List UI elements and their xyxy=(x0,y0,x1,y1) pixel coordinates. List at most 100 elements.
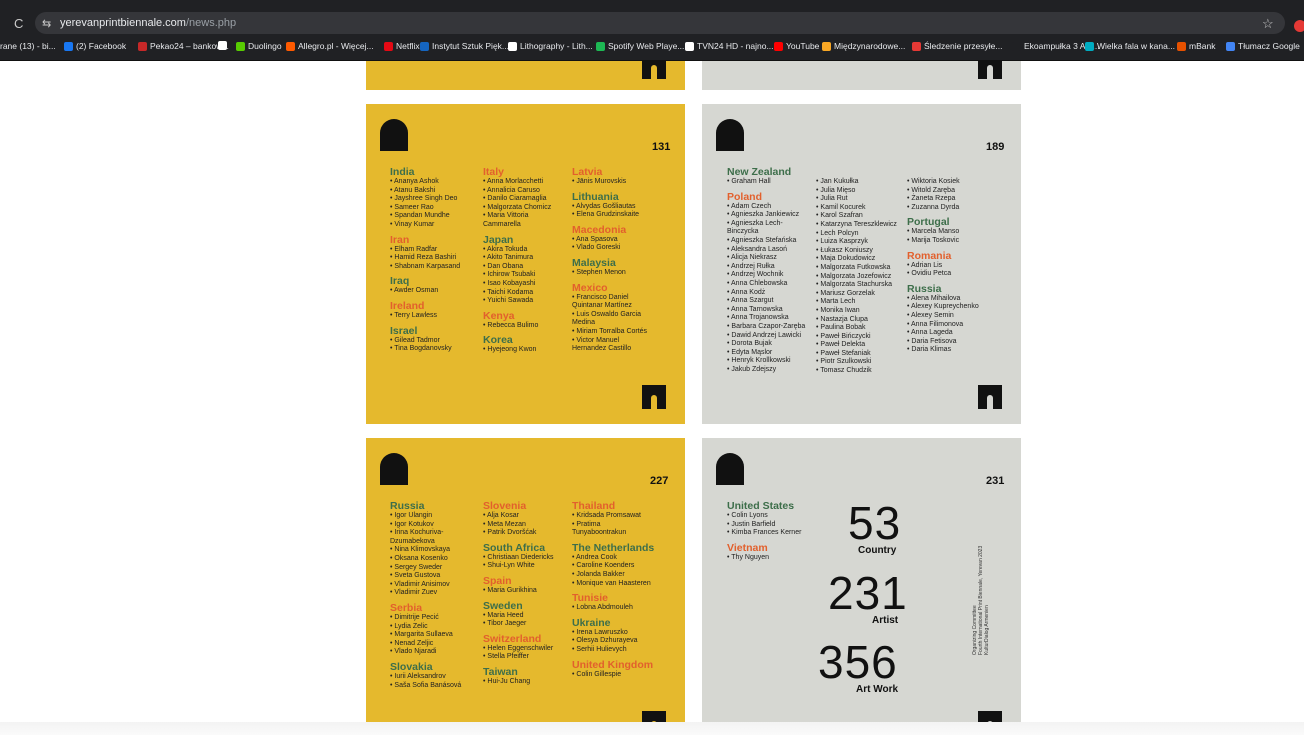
url-text[interactable]: yerevanprintbiennale.com/news.php xyxy=(60,17,236,29)
artist-name: • Jayshree Singh Deo xyxy=(390,195,458,203)
artist-name: • Malgorzata Stachurska xyxy=(816,281,892,289)
artist-name: • Victor Manuel xyxy=(572,336,620,344)
country-column: • Wiktoria Kosiek • Witold Zaręba • Żaneta… xyxy=(907,178,979,355)
artist-name: • Vlado Njaradi xyxy=(390,648,437,656)
artist-name: • Julia Rut xyxy=(816,195,848,203)
biennale-logo-icon xyxy=(978,61,1002,79)
artist-name: • Maja Dokudowicz xyxy=(816,255,876,263)
bookmark-label: Duolingo xyxy=(248,41,282,51)
artist-name: • Danilo Ciaramaglia xyxy=(483,195,547,203)
country-heading: Israel xyxy=(390,324,418,337)
artist-name: • Daria Klimas xyxy=(907,346,952,354)
artist-name: • Paweł Delekta xyxy=(816,341,866,349)
bookmark-item[interactable]: Pekao24 – bankow... xyxy=(138,41,229,51)
artist-name: • Anna Lageda xyxy=(907,329,953,337)
bookmark-favicon-icon xyxy=(286,41,295,51)
country-heading: Iran xyxy=(390,233,410,246)
artist-name: • Alexey Semin xyxy=(907,311,954,319)
bookmark-item[interactable]: Netflix xyxy=(384,41,420,51)
bookmark-favicon-icon xyxy=(1012,41,1021,51)
artist-name: • Justin Barfield xyxy=(727,520,776,528)
profile-icon[interactable] xyxy=(1294,20,1304,32)
bookmark-item[interactable]: Spotify Web Playe... xyxy=(596,41,684,51)
bookmark-item[interactable]: mBank xyxy=(1177,41,1215,51)
bookmark-favicon-icon xyxy=(1226,41,1235,51)
artist-name: • Anna Kodż xyxy=(727,288,766,296)
bookmark-item[interactable]: YouTube xyxy=(774,41,819,51)
bookmark-label: Tłumacz Google xyxy=(1238,41,1300,51)
bookmark-label: Netflix xyxy=(396,41,420,51)
artist-name: • Żaneta Rzepa xyxy=(907,195,956,203)
artist-name: • Agnieszka Lech- xyxy=(727,219,783,227)
bookmark-item[interactable] xyxy=(218,41,230,50)
artist-name: • Paulina Bobak xyxy=(816,324,866,332)
bookmark-item[interactable]: Duolingo xyxy=(236,41,282,51)
artist-name: • Malgorzata Chomicz xyxy=(483,203,552,211)
country-column: New Zealand • Graham Hall Poland • Adam Cze… xyxy=(727,166,805,374)
country-heading: South Africa xyxy=(483,541,546,554)
country-heading: Poland xyxy=(727,190,763,203)
artist-name: • Yuichi Sawada xyxy=(483,297,534,305)
artist-name: • Luis Oswaldo Garcia xyxy=(572,310,641,318)
country-count: 53 xyxy=(848,497,902,549)
artist-count-label: Artist xyxy=(872,615,899,626)
artist-name: • Monique van Haasteren xyxy=(572,579,651,587)
bookmark-item[interactable]: TVN24 HD - najno... xyxy=(685,41,774,51)
bookmark-favicon-icon xyxy=(685,41,694,51)
url-path: /news.php xyxy=(185,17,237,29)
artist-name: • Ananya Ashok xyxy=(390,178,439,185)
country-heading: Kenya xyxy=(483,309,515,322)
artist-name: • Irena Lawruszko xyxy=(572,628,628,636)
artist-name: • Caroline Koenders xyxy=(572,562,635,570)
bookmark-item[interactable]: (2) Facebook xyxy=(64,41,126,51)
artist-count: 231 xyxy=(828,567,908,619)
artist-name: • Dorota Bujak xyxy=(727,340,772,348)
bookmark-item[interactable]: Lithography - Lith... xyxy=(508,41,593,51)
artist-name: • Colin Gillespie xyxy=(572,670,622,678)
bookmark-item[interactable]: Wielka fala w kana... xyxy=(1085,41,1175,51)
country-column: United States • Colin Lyons • Justin Barfi… xyxy=(727,500,801,562)
bookmark-favicon-icon xyxy=(508,41,517,51)
country-column: • Jan Kukułka • Julia Mięso • Julia Rut • K… xyxy=(816,178,897,376)
artist-name: • Nenad Zeljic xyxy=(390,639,434,647)
country-column: Russia • Igor Ulangin • Igor Kotukov • Irin… xyxy=(390,500,461,690)
country-heading: Iraq xyxy=(390,275,410,288)
credit-line: KulturDialog Armenien xyxy=(984,605,990,655)
country-heading: New Zealand xyxy=(727,166,792,178)
artist-name: • Shui-Lyn White xyxy=(483,562,535,570)
artist-name: • Elena Grudzinskaite xyxy=(572,211,640,219)
artist-name: • Igor Ulangin xyxy=(390,512,433,519)
bookmark-item[interactable]: Allegro.pl - Więcej... xyxy=(286,41,374,51)
artwork-count-label: Art Work xyxy=(856,684,899,695)
artist-name: • Alvydas Gošliautas xyxy=(572,202,636,210)
bookmark-favicon-icon xyxy=(218,41,227,50)
artist-name: • Christiaan Diedericks xyxy=(483,553,554,561)
site-settings-icon[interactable]: ⇆ xyxy=(42,17,51,30)
artist-name: • Edyta Mąslor xyxy=(727,348,773,356)
country-heading: The Netherlands xyxy=(572,541,655,554)
bookmark-item[interactable]: Śledzenie przesyłe... xyxy=(912,41,1002,51)
artist-name: • Anna Trojanowska xyxy=(727,314,789,322)
artist-name: • Maria Heed xyxy=(483,611,524,619)
bookmark-item[interactable]: Tłumacz Google xyxy=(1226,41,1300,51)
bookmark-item[interactable]: rane (13) - bi... xyxy=(0,41,56,51)
artist-name: Cammarella xyxy=(483,220,521,228)
artist-name: • Dan Obana xyxy=(483,262,524,270)
bookmark-item[interactable]: Instytut Sztuk Pięk... xyxy=(420,41,509,51)
artist-name: • Oksana Kosenko xyxy=(390,554,448,562)
country-heading: Tunisie xyxy=(572,592,608,605)
bookmark-star-icon[interactable]: ☆ xyxy=(1262,16,1274,32)
reload-icon[interactable]: C xyxy=(14,16,23,31)
bookmark-item[interactable]: Międzynarodowe... xyxy=(822,41,905,51)
bookmark-favicon-icon xyxy=(822,41,831,51)
artwork-count: 356 xyxy=(818,636,898,688)
country-column: Slovenia • Alja Kosar • Meta Mezan • Patrik… xyxy=(483,500,554,687)
artist-name: • Meta Mezan xyxy=(483,520,526,528)
artist-name: • Barbara Czapor-Zaręba xyxy=(727,322,806,330)
country-heading: Serbia xyxy=(390,601,423,614)
biennale-logo-icon xyxy=(642,61,666,79)
bookmark-favicon-icon xyxy=(596,41,605,51)
artist-name: • Aleksandra Lasoń xyxy=(727,245,788,253)
arch-icon xyxy=(380,119,408,151)
bookmark-favicon-icon xyxy=(1085,41,1094,51)
